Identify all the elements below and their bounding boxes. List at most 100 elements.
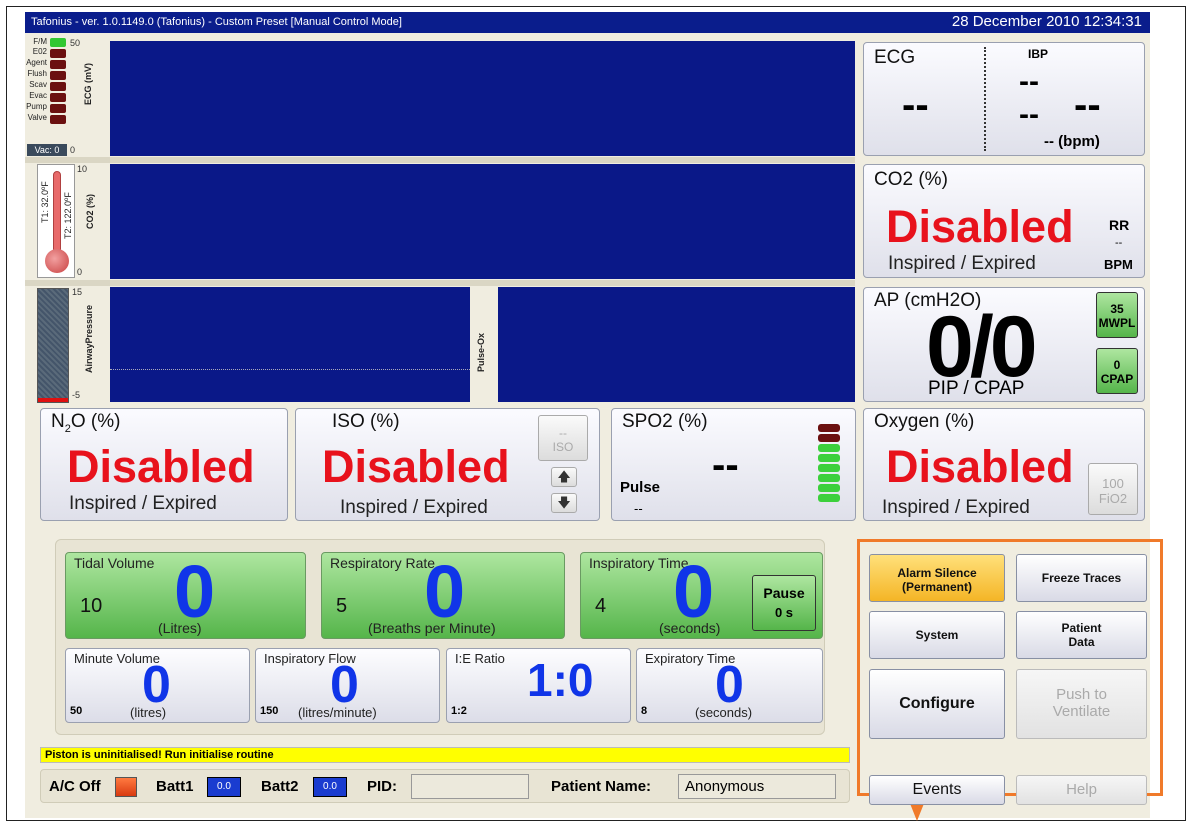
co2-sub: Inspired / Expired xyxy=(888,253,1036,274)
batt2-value: 0.0 xyxy=(323,781,337,792)
ap-panel[interactable]: AP (cmH2O) 0/0 PIP / CPAP 35 MWPL 0 CPAP xyxy=(863,287,1145,402)
oxygen-sub: Inspired / Expired xyxy=(882,497,1030,518)
cpap-button[interactable]: 0 CPAP xyxy=(1096,348,1138,394)
trace-separator xyxy=(25,157,855,163)
inspiratory-time-control[interactable]: Inspiratory Time 4 0 (seconds) Pause 0 s xyxy=(580,550,823,639)
iso-setting-button[interactable]: -- ISO xyxy=(538,415,588,461)
indicator-label-flush: Flush xyxy=(27,69,47,78)
ecg-panel-title: ECG xyxy=(874,47,916,68)
indicator-agent xyxy=(50,60,66,69)
events-button[interactable]: Events xyxy=(869,775,1005,805)
airway-axis-min: -5 xyxy=(72,390,81,400)
fio2-value: 100 xyxy=(1102,476,1124,491)
mwpl-button[interactable]: 35 MWPL xyxy=(1096,292,1138,338)
iso-panel-title: ISO (%) xyxy=(332,411,400,432)
fio2-button[interactable]: 100 FiO2 xyxy=(1088,463,1138,515)
iso-setting-label: ISO xyxy=(552,440,574,454)
indicator-label-fm: F/M xyxy=(33,37,47,46)
oxygen-panel[interactable]: Oxygen (%) Disabled Inspired / Expired 1… xyxy=(863,408,1145,521)
minute-volume-control[interactable]: Minute Volume 50 0 (litres) xyxy=(65,648,250,723)
arrow-down-icon: 🡇 xyxy=(557,495,571,510)
patient-data-button[interactable]: Patient Data xyxy=(1016,611,1147,659)
configure-button[interactable]: Configure xyxy=(869,669,1005,739)
thermometer-tube xyxy=(53,171,61,253)
push-to-ventilate-line1: Push to xyxy=(1056,686,1107,703)
oxygen-panel-title: Oxygen (%) xyxy=(874,411,975,432)
patient-data-line1: Patient xyxy=(1061,621,1102,635)
ecg-trace[interactable] xyxy=(110,41,855,156)
indicator-fm xyxy=(50,38,66,47)
iso-value: Disabled xyxy=(322,441,510,492)
airway-pressure-trace[interactable] xyxy=(110,287,470,402)
minute-volume-setting: 50 xyxy=(70,705,83,717)
pause-button[interactable]: Pause 0 s xyxy=(752,575,816,631)
indicator-evac xyxy=(50,93,66,102)
n2o-panel[interactable]: N2O (%) Disabled Inspired / Expired xyxy=(40,408,288,521)
tidal-volume-units: (Litres) xyxy=(158,620,202,636)
rr-label: RR xyxy=(1109,217,1130,233)
indicator-label-agent: Agent xyxy=(26,58,47,67)
airway-zero-line xyxy=(110,369,470,370)
push-to-ventilate-line2: Ventilate xyxy=(1052,703,1111,720)
temp-t1: T1: 32.0ºF xyxy=(40,181,50,223)
respiratory-rate-control[interactable]: Respiratory Rate 5 0 (Breaths per Minute… xyxy=(321,550,565,639)
rr-value: -- xyxy=(1115,237,1123,249)
minute-volume-units: (litres) xyxy=(130,705,167,720)
ac-status-icon xyxy=(115,777,137,797)
n2o-title-rest: O (%) xyxy=(70,411,121,432)
indicator-flush xyxy=(50,71,66,80)
system-button[interactable]: System xyxy=(869,611,1005,659)
ecg-ibp-panel[interactable]: ECG IBP -- -- -- -- -- (bpm) xyxy=(863,42,1145,156)
pid-label: PID: xyxy=(367,778,397,795)
tidal-volume-control[interactable]: Tidal Volume 10 0 (Litres) xyxy=(65,550,306,639)
iso-up-button[interactable]: 🡅 xyxy=(551,467,577,487)
ie-ratio-control[interactable]: I:E Ratio 1:2 1:0 xyxy=(446,648,631,723)
ac-status-label: A/C Off xyxy=(49,778,101,795)
mwpl-label: MWPL xyxy=(1098,316,1136,330)
status-message: Piston is uninitialised! Run initialise … xyxy=(40,747,850,763)
ecg-ibp-divider xyxy=(984,47,986,151)
pulseox-trace[interactable] xyxy=(498,287,855,402)
ecg-value: -- xyxy=(902,83,929,127)
temp-t2: T2: 122.0ºF xyxy=(63,192,73,239)
iso-sub: Inspired / Expired xyxy=(340,497,488,518)
co2-value: Disabled xyxy=(886,201,1074,252)
bottom-status-bar: A/C Off Batt1 0.0 Batt2 0.0 PID: Patient… xyxy=(40,769,850,803)
co2-trace[interactable] xyxy=(110,164,855,279)
alarm-silence-line1: Alarm Silence xyxy=(897,566,977,580)
co2-panel-title: CO2 (%) xyxy=(874,169,948,190)
iso-setting-value: -- xyxy=(559,426,567,440)
fio2-label: FiO2 xyxy=(1098,491,1128,506)
co2-panel[interactable]: CO2 (%) Disabled Inspired / Expired RR -… xyxy=(863,164,1145,278)
iso-down-button[interactable]: 🡇 xyxy=(551,493,577,513)
inspiratory-flow-control[interactable]: Inspiratory Flow 150 0 (litres/minute) xyxy=(255,648,440,723)
indicator-valve xyxy=(50,115,66,124)
inspiratory-time-units: (seconds) xyxy=(659,620,721,636)
respiratory-rate-title: Respiratory Rate xyxy=(330,555,436,571)
ecg-axis-min: 0 xyxy=(70,145,76,155)
indicator-e02 xyxy=(50,49,66,58)
pid-field[interactable] xyxy=(411,774,529,799)
respiratory-rate-setting: 5 xyxy=(336,595,348,617)
iso-panel[interactable]: ISO (%) Disabled Inspired / Expired -- I… xyxy=(295,408,600,521)
indicator-pump xyxy=(50,104,66,113)
cpap-label: CPAP xyxy=(1100,372,1134,386)
spo2-panel-title: SPO2 (%) xyxy=(622,411,708,432)
respiratory-rate-units: (Breaths per Minute) xyxy=(368,620,496,636)
spo2-panel[interactable]: SPO2 (%) -- Pulse -- xyxy=(611,408,856,521)
push-to-ventilate-button[interactable]: Push to Ventilate xyxy=(1016,669,1147,739)
batt2-label: Batt2 xyxy=(261,778,299,795)
alarm-silence-button[interactable]: Alarm Silence (Permanent) xyxy=(869,554,1005,602)
mwpl-value: 35 xyxy=(1110,302,1124,316)
freeze-traces-button[interactable]: Freeze Traces xyxy=(1016,554,1147,602)
airway-axis-max: 15 xyxy=(72,287,83,297)
expiratory-time-control[interactable]: Expiratory Time 8 0 (seconds) xyxy=(636,648,823,723)
patient-name-field[interactable]: Anonymous xyxy=(678,774,836,799)
help-button[interactable]: Help xyxy=(1016,775,1147,805)
pause-label: Pause xyxy=(763,585,805,601)
pulseox-label: Pulse-Ox xyxy=(476,332,486,372)
co2-axis-max: 10 xyxy=(77,164,88,174)
ie-ratio-setting: 1:2 xyxy=(451,705,467,717)
n2o-title-n: N xyxy=(51,411,65,432)
cpap-value: 0 xyxy=(1113,358,1121,372)
